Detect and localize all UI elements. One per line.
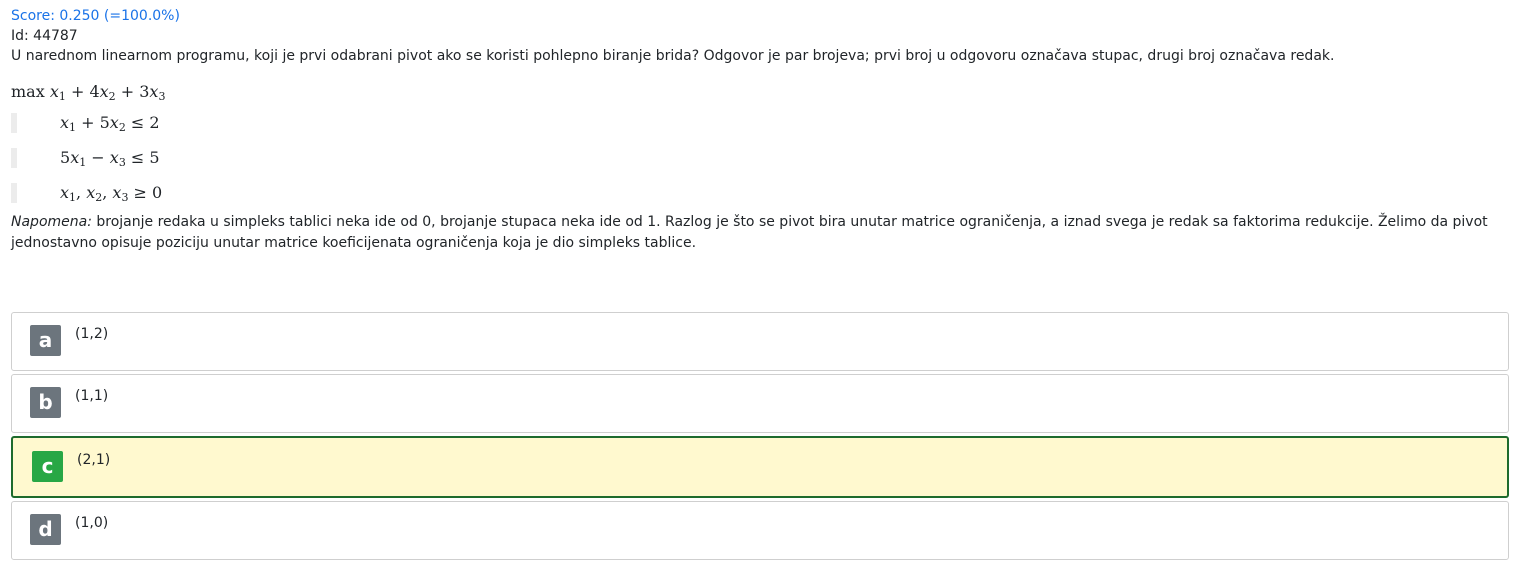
constraints: x1 + 5x2 ≤ 2 5x1 − x3 ≤ 5 x1, x2, x3 ≥ 0: [11, 113, 1509, 204]
constraint-3: x1, x2, x3 ≥ 0: [11, 183, 1509, 204]
separator: ,: [76, 183, 87, 202]
answer-text: (2,1): [77, 452, 111, 468]
var: x: [60, 113, 70, 132]
subscript: 3: [158, 90, 166, 103]
answer-letter: a: [30, 325, 61, 356]
subscript: 1: [69, 121, 77, 134]
var: x: [49, 82, 59, 101]
answer-option-c[interactable]: c (2,1): [11, 436, 1509, 498]
answer-option-a[interactable]: a (1,2): [11, 312, 1509, 371]
subscript: 1: [69, 191, 77, 204]
var: x: [60, 183, 70, 202]
score-text: Score: 0.250 (=100.0%): [11, 8, 180, 24]
operator: + 4: [65, 82, 100, 101]
question-text: U narednom linearnom programu, koji je p…: [11, 48, 1335, 64]
subscript: 2: [108, 90, 116, 103]
answer-letter: c: [32, 451, 63, 482]
operator: + 3: [115, 82, 150, 101]
note-text: Napomena: brojanje redaka u simpleks tab…: [11, 212, 1509, 254]
answer-text: (1,1): [75, 388, 109, 404]
var: x: [99, 82, 109, 101]
indent-bar: [11, 148, 17, 168]
subscript: 3: [118, 156, 126, 169]
objective-function: max x1 + 4x2 + 3x3: [11, 81, 1509, 103]
constraint-1: x1 + 5x2 ≤ 2: [11, 113, 1509, 134]
coefficient: 5: [60, 148, 71, 167]
answer-letter: b: [30, 387, 61, 418]
separator: ,: [102, 183, 113, 202]
subscript: 2: [118, 121, 126, 134]
answer-text: (1,2): [75, 326, 109, 342]
var: x: [109, 148, 119, 167]
var: x: [86, 183, 96, 202]
operator: + 5: [76, 113, 110, 132]
constraint-2: 5x1 − x3 ≤ 5: [11, 148, 1509, 169]
operator: −: [86, 148, 110, 167]
relation: ≤ 5: [125, 148, 160, 167]
var: x: [70, 148, 80, 167]
note-label: Napomena:: [11, 214, 92, 230]
answer-option-b[interactable]: b (1,1): [11, 374, 1509, 433]
subscript: 1: [58, 90, 66, 103]
answer-text: (1,0): [75, 515, 109, 531]
indent-bar: [11, 183, 17, 203]
answer-option-d[interactable]: d (1,0): [11, 501, 1509, 560]
indent-bar: [11, 113, 17, 133]
var: x: [109, 113, 119, 132]
note-body: brojanje redaka u simpleks tablici neka …: [11, 214, 1488, 251]
answer-letter: d: [30, 514, 61, 545]
relation: ≤ 2: [125, 113, 160, 132]
max-keyword: max: [11, 82, 45, 101]
relation: ≥ 0: [128, 183, 163, 202]
question-panel: Score: 0.250 (=100.0%) Id: 44787 U nared…: [11, 6, 1509, 254]
question-id: Id: 44787: [11, 28, 78, 44]
answer-list: a (1,2) b (1,1) c (2,1) d (1,0): [11, 312, 1509, 563]
